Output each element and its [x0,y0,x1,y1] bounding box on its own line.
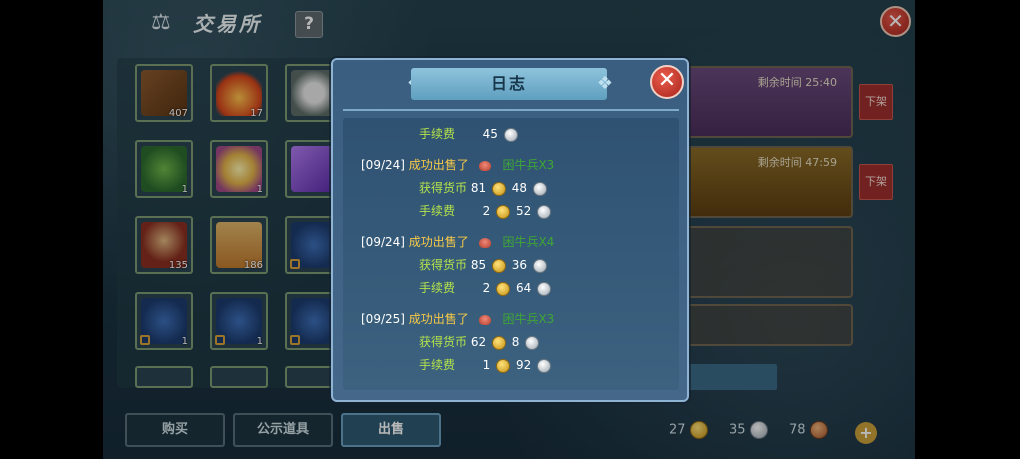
log-gain-row: 获得货币 85 36 [419,256,549,274]
log-list[interactable]: 手续费 45 [09/24] 成功出售了 困牛兵X3 获得货币 81 48 手续… [343,118,679,390]
silver-coin-icon [532,181,547,196]
gold-coin-icon [491,335,506,350]
fee-silver-value: 45 [482,127,498,141]
gain-gold-value: 81 [470,181,487,195]
log-sale-row: [09/24] 成功出售了 困牛兵X3 [361,156,554,174]
gold-coin-icon [491,181,506,196]
log-date: [09/24] [361,235,405,249]
silver-coin-icon [525,335,540,350]
gain-label: 获得货币 [419,181,468,195]
fee-gold-value: 1 [482,358,491,372]
gain-silver-value: 36 [511,258,528,272]
log-fee-row: 手续费 2 64 [419,279,553,297]
log-date: [09/25] [361,312,405,326]
fee-gold-value: 2 [482,204,491,218]
log-status: 成功出售了 [408,235,469,249]
fee-label: 手续费 [419,127,456,141]
gold-coin-icon [496,204,511,219]
item-flag-icon [478,237,491,248]
log-date: [09/24] [361,158,405,172]
fee-silver-value: 64 [515,281,532,295]
gold-coin-icon [496,281,511,296]
silver-coin-icon [503,127,518,142]
gain-gold-value: 85 [470,258,487,272]
item-flag-icon [478,160,491,171]
item-flag-icon [478,314,491,325]
gain-label: 获得货币 [419,258,468,272]
fee-silver-value: 92 [515,358,532,372]
fee-label: 手续费 [419,281,456,295]
silver-coin-icon [532,258,547,273]
log-item-name: 困牛兵X3 [502,158,555,172]
silver-coin-icon [537,281,552,296]
log-fee-row: 手续费 45 [419,125,520,143]
close-dialog-button[interactable]: ✕ [650,65,684,99]
dialog-title: 日志 [411,68,607,100]
log-status: 成功出售了 [408,158,469,172]
gain-silver-value: 48 [511,181,528,195]
fee-gold-value: 2 [482,281,491,295]
silver-coin-icon [537,358,552,373]
log-item-name: 困牛兵X3 [502,312,555,326]
gain-label: 获得货币 [419,335,468,349]
log-gain-row: 获得货币 81 48 [419,179,549,197]
fee-label: 手续费 [419,358,456,372]
fee-silver-value: 52 [515,204,532,218]
fee-label: 手续费 [419,204,456,218]
log-item-name: 困牛兵X4 [502,235,555,249]
log-fee-row: 手续费 1 92 [419,356,553,374]
gold-coin-icon [491,258,506,273]
log-fee-row: 手续费 2 52 [419,202,553,220]
log-sale-row: [09/24] 成功出售了 困牛兵X4 [361,233,554,251]
log-sale-row: [09/25] 成功出售了 困牛兵X3 [361,310,554,328]
log-dialog: ❖ 日志 ❖ ✕ 手续费 45 [09/24] 成功出售了 困牛兵X3 获得货币… [331,58,689,402]
gain-gold-value: 62 [470,335,487,349]
log-status: 成功出售了 [408,312,469,326]
divider [343,109,679,111]
gain-silver-value: 8 [511,335,520,349]
gold-coin-icon [496,358,511,373]
log-gain-row: 获得货币 62 8 [419,333,541,351]
silver-coin-icon [537,204,552,219]
title-ornament-icon: ❖ [596,73,614,94]
